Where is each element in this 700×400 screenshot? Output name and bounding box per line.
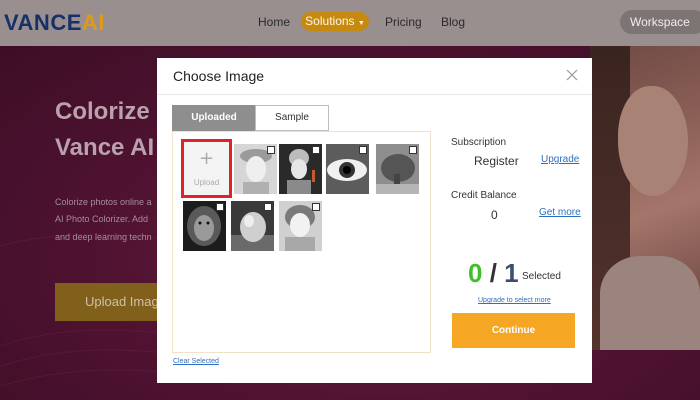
nav-pricing-link[interactable]: Pricing bbox=[385, 15, 422, 29]
plus-icon: + bbox=[198, 148, 215, 169]
choose-image-modal: Choose Image Uploaded Sample + Upload Cl… bbox=[157, 58, 592, 383]
clear-selected-link[interactable]: Clear Selected bbox=[173, 358, 219, 365]
select-checkbox[interactable] bbox=[409, 146, 417, 154]
nav-workspace-label: Workspace bbox=[630, 15, 690, 29]
image-thumbnail[interactable] bbox=[231, 201, 274, 251]
modal-header-divider bbox=[157, 94, 592, 95]
counter-separator: / bbox=[489, 258, 497, 288]
hero-description-line3: and deep learning techn bbox=[55, 232, 152, 242]
credit-balance-value: 0 bbox=[491, 208, 498, 222]
upgrade-link[interactable]: Upgrade bbox=[541, 154, 579, 165]
upgrade-to-select-more-link[interactable]: Upgrade to select more bbox=[478, 297, 551, 304]
subscription-label: Subscription bbox=[451, 137, 507, 148]
image-thumbnail[interactable] bbox=[376, 144, 419, 194]
upload-tile[interactable]: + Upload bbox=[181, 139, 232, 198]
vanceai-logo[interactable]: VANCEAI bbox=[4, 10, 105, 36]
top-navigation-bar: VANCEAI Home Solutions ▼ Pricing Blog Wo… bbox=[0, 0, 700, 46]
image-thumbnail[interactable] bbox=[183, 201, 226, 251]
total-count: 1 bbox=[504, 258, 519, 288]
modal-title: Choose Image bbox=[173, 68, 265, 84]
credit-balance-label: Credit Balance bbox=[451, 190, 517, 201]
hero-description-line1: Colorize photos online a bbox=[55, 197, 152, 207]
caret-down-icon: ▼ bbox=[357, 20, 365, 27]
image-thumbnail[interactable] bbox=[234, 144, 277, 194]
nav-blog-link[interactable]: Blog bbox=[441, 15, 465, 29]
select-checkbox[interactable] bbox=[264, 203, 272, 211]
get-more-link[interactable]: Get more bbox=[539, 207, 581, 218]
hero-title-line2: Vance AI bbox=[55, 134, 155, 161]
selected-label: Selected bbox=[522, 271, 561, 282]
logo-text-main: VANCE bbox=[4, 10, 82, 35]
hero-portrait-image bbox=[590, 46, 700, 350]
select-checkbox[interactable] bbox=[312, 146, 320, 154]
nav-workspace-button[interactable]: Workspace bbox=[620, 10, 700, 34]
image-thumbnail[interactable] bbox=[326, 144, 369, 194]
continue-button[interactable]: Continue bbox=[452, 313, 575, 348]
image-thumbnail[interactable] bbox=[279, 201, 322, 251]
upload-tile-label: Upload bbox=[193, 178, 220, 187]
select-checkbox[interactable] bbox=[267, 146, 275, 154]
selected-count: 0 bbox=[468, 258, 483, 288]
select-checkbox[interactable] bbox=[359, 146, 367, 154]
nav-home-link[interactable]: Home bbox=[258, 15, 290, 29]
close-icon[interactable] bbox=[565, 68, 579, 82]
subscription-value: Register bbox=[474, 154, 519, 168]
logo-text-accent: AI bbox=[81, 10, 105, 35]
select-checkbox[interactable] bbox=[216, 203, 224, 211]
nav-solutions-button[interactable]: Solutions ▼ bbox=[301, 12, 369, 31]
selection-counter: 0 / 1 bbox=[468, 258, 519, 289]
tab-uploaded[interactable]: Uploaded bbox=[172, 105, 256, 131]
hero-description-line2: AI Photo Colorizer. Add bbox=[55, 214, 149, 224]
tab-sample[interactable]: Sample bbox=[255, 105, 329, 131]
select-checkbox[interactable] bbox=[312, 203, 320, 211]
image-thumbnail[interactable] bbox=[279, 144, 322, 194]
nav-solutions-label: Solutions bbox=[305, 14, 355, 28]
hero-title-line1: Colorize I bbox=[55, 98, 164, 125]
